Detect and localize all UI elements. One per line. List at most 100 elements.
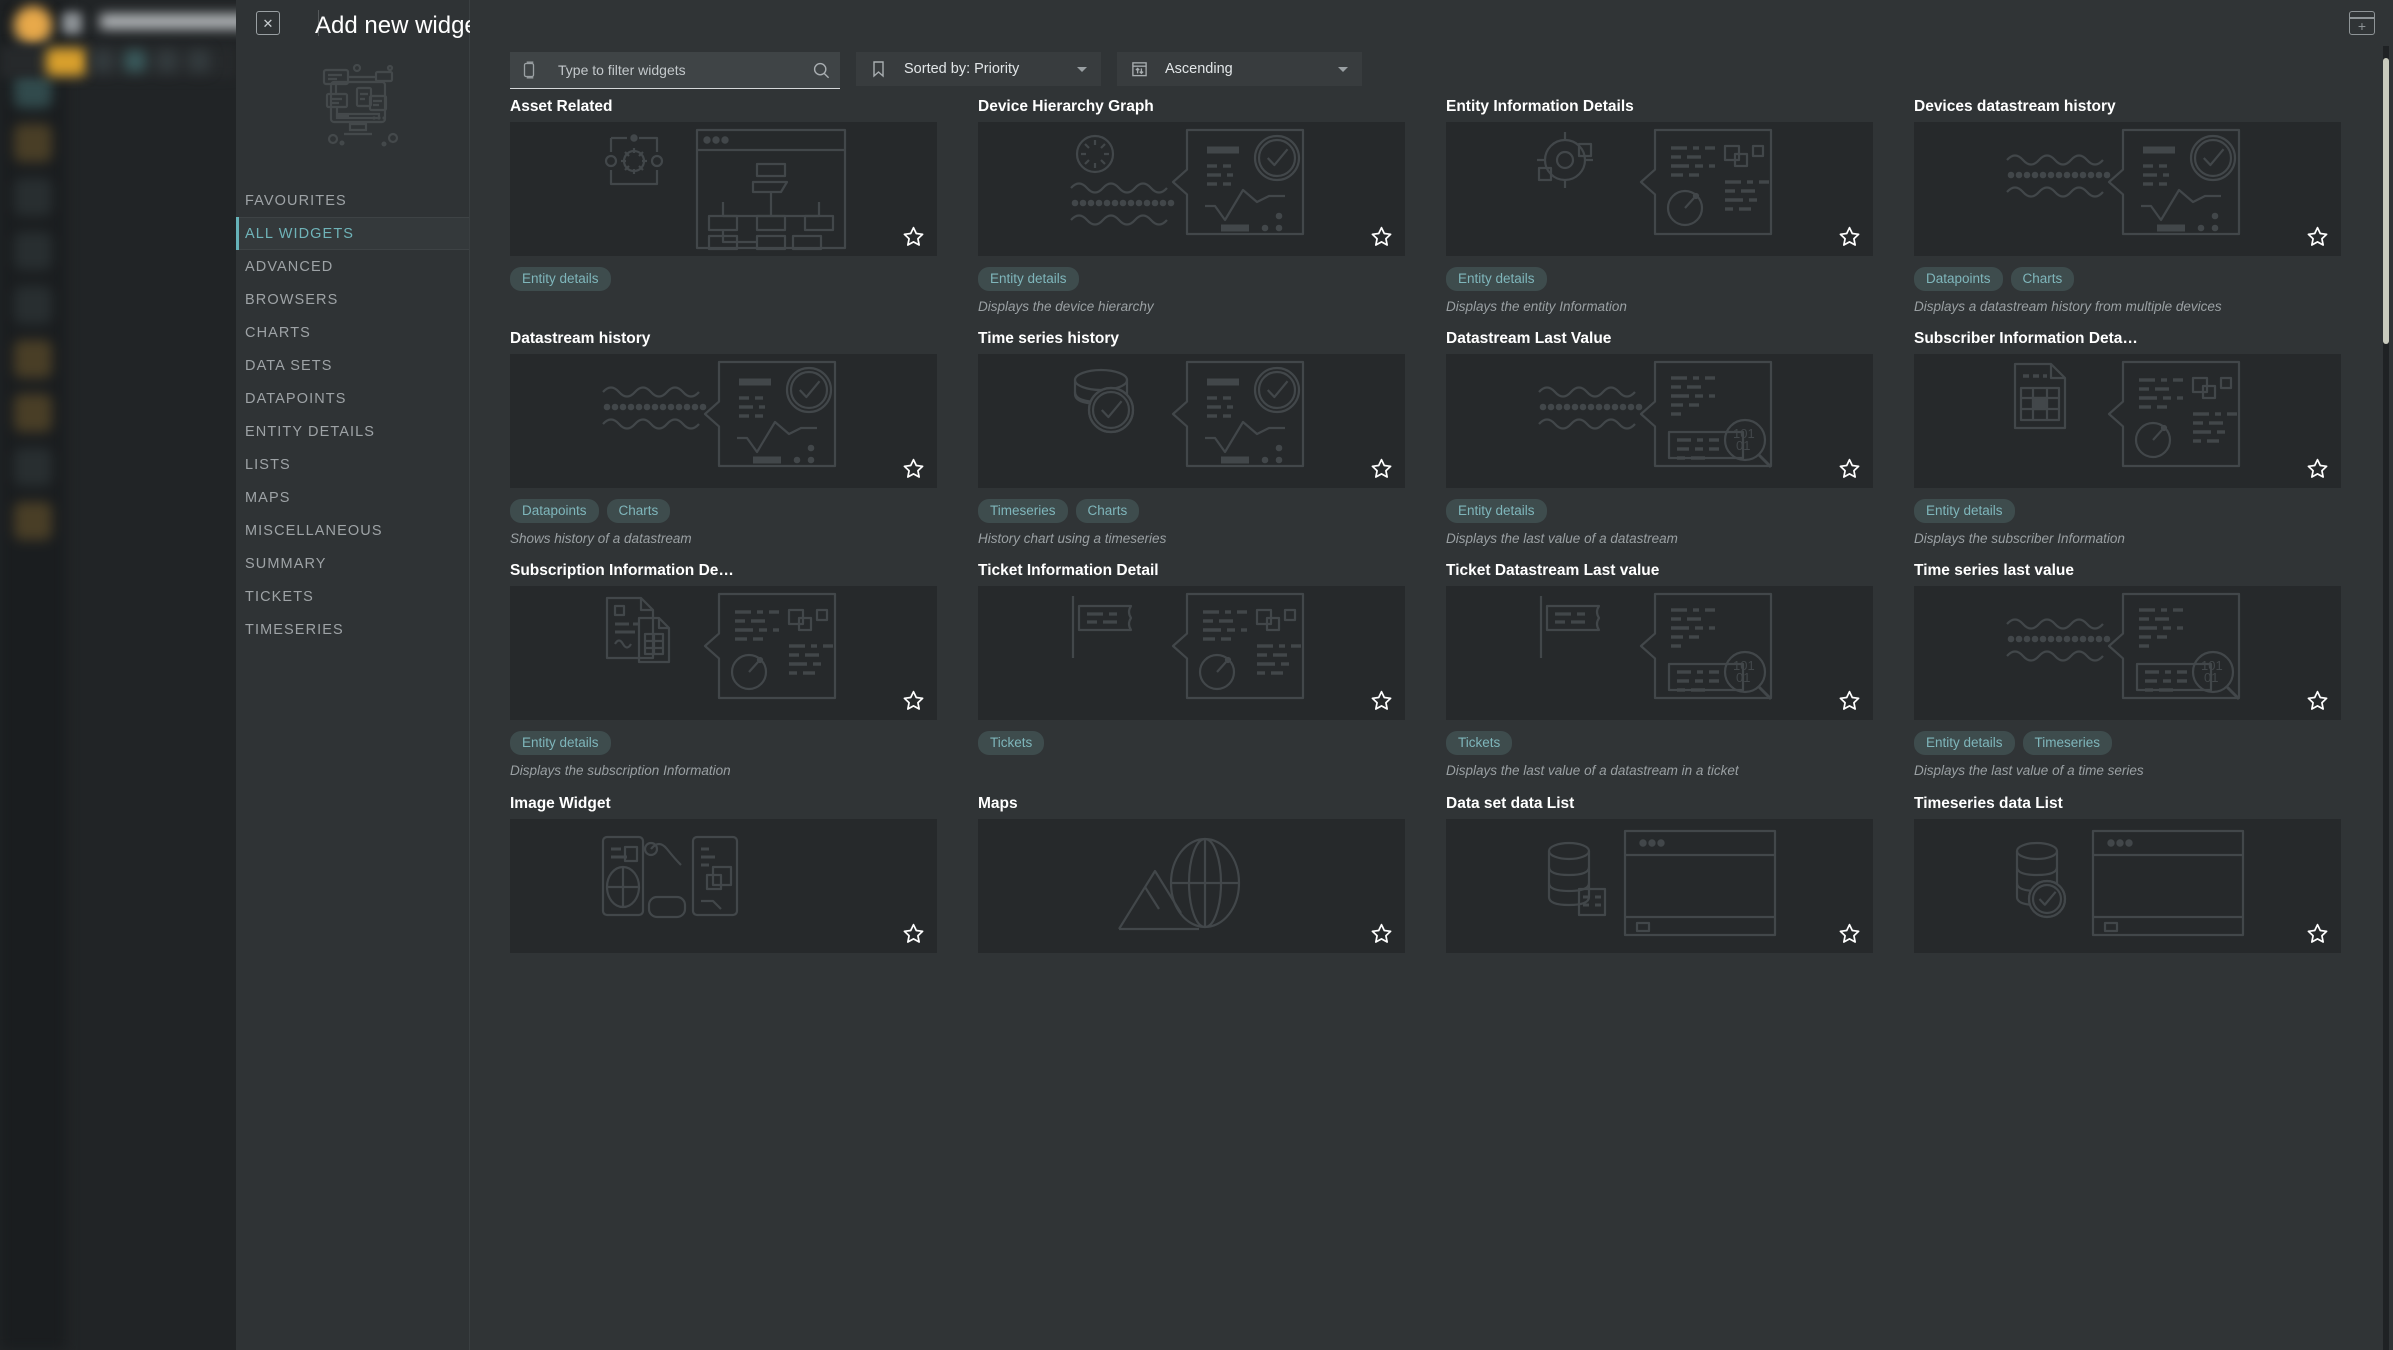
widget-card[interactable]: Subscription Information De… Entity detai… xyxy=(510,556,937,780)
sidebar-item-advanced[interactable]: ADVANCED xyxy=(236,250,469,283)
widget-preview[interactable] xyxy=(1914,122,2341,256)
search-icon[interactable] xyxy=(813,62,830,79)
widget-tag[interactable]: Entity details xyxy=(510,267,611,291)
widget-tag[interactable]: Datapoints xyxy=(1914,267,2003,291)
widget-preview[interactable] xyxy=(1914,354,2341,489)
widget-tag[interactable]: Charts xyxy=(606,499,671,524)
widget-preview[interactable] xyxy=(978,354,1405,489)
widget-tag[interactable]: Entity details xyxy=(1914,731,2015,756)
widget-card[interactable]: Datastream Last Value 101 01 Entity details… xyxy=(1446,324,1873,548)
widget-preview[interactable] xyxy=(1446,818,1873,953)
widget-preview[interactable] xyxy=(510,354,937,489)
sidebar-item-data-sets[interactable]: DATA SETS xyxy=(236,349,469,382)
star-outline-icon[interactable] xyxy=(1370,457,1393,480)
widget-preview[interactable] xyxy=(1446,122,1873,256)
widget-tag[interactable]: Entity details xyxy=(1446,499,1547,524)
sidebar-item-lists[interactable]: LISTS xyxy=(236,448,469,481)
star-outline-icon[interactable] xyxy=(2306,922,2329,945)
sidebar-item-maps[interactable]: MAPS xyxy=(236,481,469,514)
sidebar-item-label: CHARTS xyxy=(245,324,311,341)
widget-preview[interactable] xyxy=(978,818,1405,953)
widget-card[interactable]: Ticket Datastream Last value 101 01 Tickets… xyxy=(1446,556,1873,780)
widget-card[interactable]: Device Hierarchy Graph Entity details Disp… xyxy=(978,92,1405,316)
sidebar-item-label: DATAPOINTS xyxy=(245,390,347,407)
widget-tag[interactable]: Timeseries xyxy=(978,499,1068,524)
page-title: Add new widget xyxy=(315,12,485,39)
widget-tag[interactable]: Tickets xyxy=(1446,731,1513,756)
search-box[interactable] xyxy=(510,52,840,89)
sidebar-item-timeseries[interactable]: TIMESERIES xyxy=(236,613,469,646)
widget-tag[interactable]: Charts xyxy=(2010,267,2075,291)
dialog-right-pane: + Type to filter widgets Sorted by: Prio… xyxy=(470,0,2393,1350)
widget-preview[interactable] xyxy=(1914,818,2341,953)
widget-card[interactable]: Datastream history Datapoints Charts Shows … xyxy=(510,324,937,548)
widget-card[interactable]: Timeseries data List xyxy=(1914,789,2341,953)
sidebar-item-datapoints[interactable]: DATAPOINTS xyxy=(236,382,469,415)
widget-tag[interactable]: Timeseries xyxy=(2022,731,2113,756)
star-outline-icon[interactable] xyxy=(1838,225,1861,248)
widget-tag[interactable]: Tickets xyxy=(978,731,1045,756)
widget-preview[interactable] xyxy=(510,122,937,256)
widget-card[interactable]: Subscriber Information Deta… Entity detai… xyxy=(1914,324,2341,548)
sidebar-item-label: LISTS xyxy=(245,456,291,473)
sidebar-item-summary[interactable]: SUMMARY xyxy=(236,547,469,580)
widget-tag[interactable]: Entity details xyxy=(978,267,1079,291)
widget-card[interactable]: Time series history Timeseries Charts Histo… xyxy=(978,324,1405,548)
widget-preview[interactable]: 101 01 xyxy=(1446,354,1873,489)
widget-preview[interactable] xyxy=(978,122,1405,256)
vertical-scrollbar[interactable] xyxy=(2383,58,2389,344)
widget-card[interactable]: Asset Related Entity details xyxy=(510,92,937,316)
search-input[interactable] xyxy=(536,62,813,78)
star-outline-icon[interactable] xyxy=(1370,225,1393,248)
sidebar-item-miscellaneous[interactable]: MISCELLANEOUS xyxy=(236,514,469,547)
sidebar-item-entity-details[interactable]: ENTITY DETAILS xyxy=(236,415,469,448)
widget-card[interactable]: Image Widget xyxy=(510,789,937,953)
star-outline-icon[interactable] xyxy=(1838,457,1861,480)
star-outline-icon[interactable] xyxy=(2306,457,2329,480)
close-icon[interactable]: ✕ xyxy=(256,11,280,35)
widget-preview[interactable]: 101 01 xyxy=(1914,586,2341,721)
widget-description: History chart using a timeseries xyxy=(978,531,1167,547)
widget-tag-list: Entity details xyxy=(1446,267,1873,291)
widget-card[interactable]: Data set data List xyxy=(1446,789,1873,953)
widget-grid-scroll-area[interactable]: Asset Related Entity details Device Hierar… xyxy=(470,92,2381,1350)
star-outline-icon[interactable] xyxy=(2306,689,2329,712)
add-widget-icon[interactable]: + xyxy=(2349,11,2375,35)
widget-tag-list: Datapoints Charts xyxy=(1914,267,2341,291)
dialog-left-pane: ✕ Add new widget FAVOURITES ALL WIDGETS … xyxy=(236,0,484,1350)
widget-card[interactable]: Maps xyxy=(978,789,1405,953)
star-outline-icon[interactable] xyxy=(902,922,925,945)
star-outline-icon[interactable] xyxy=(1838,922,1861,945)
widget-tag[interactable]: Entity details xyxy=(1914,499,2015,524)
widget-card[interactable]: Time series last value 101 01 Entity detail… xyxy=(1914,556,2341,780)
widget-preview[interactable] xyxy=(510,818,937,953)
star-outline-icon[interactable] xyxy=(1838,689,1861,712)
widget-tag[interactable]: Entity details xyxy=(510,731,611,756)
sidebar-item-browsers[interactable]: BROWSERS xyxy=(236,283,469,316)
widget-card[interactable]: Ticket Information Detail Tickets xyxy=(978,556,1405,780)
sidebar-item-favourites[interactable]: FAVOURITES xyxy=(236,184,469,217)
widget-tag[interactable]: Entity details xyxy=(1446,267,1547,291)
star-outline-icon[interactable] xyxy=(902,225,925,248)
sidebar-item-tickets[interactable]: TICKETS xyxy=(236,580,469,613)
sidebar-item-all-widgets[interactable]: ALL WIDGETS xyxy=(236,217,469,250)
star-outline-icon[interactable] xyxy=(1370,922,1393,945)
star-outline-icon[interactable] xyxy=(902,457,925,480)
widget-card[interactable]: Devices datastream history Datapoints Char… xyxy=(1914,92,2341,316)
star-outline-icon[interactable] xyxy=(902,689,925,712)
widget-tag[interactable]: Charts xyxy=(1075,499,1140,524)
star-outline-icon[interactable] xyxy=(1370,689,1393,712)
widget-preview[interactable]: 101 01 xyxy=(1446,586,1873,721)
widget-tag-list: Datapoints Charts xyxy=(510,499,937,524)
sidebar-item-charts[interactable]: CHARTS xyxy=(236,316,469,349)
entity-information-icon xyxy=(1525,116,1795,262)
star-outline-icon[interactable] xyxy=(2306,225,2329,248)
sort-direction-dropdown[interactable]: Ascending xyxy=(1117,52,1362,86)
widget-card[interactable]: Entity Information Details Entity details… xyxy=(1446,92,1873,316)
sort-by-dropdown[interactable]: Sorted by: Priority xyxy=(856,52,1101,86)
widget-preview[interactable] xyxy=(978,586,1405,721)
ticket-datastream-icon: 101 01 xyxy=(1525,580,1795,726)
asset-gear-hierarchy-icon xyxy=(589,116,859,262)
widget-preview[interactable] xyxy=(510,586,937,721)
widget-tag[interactable]: Datapoints xyxy=(510,499,599,524)
